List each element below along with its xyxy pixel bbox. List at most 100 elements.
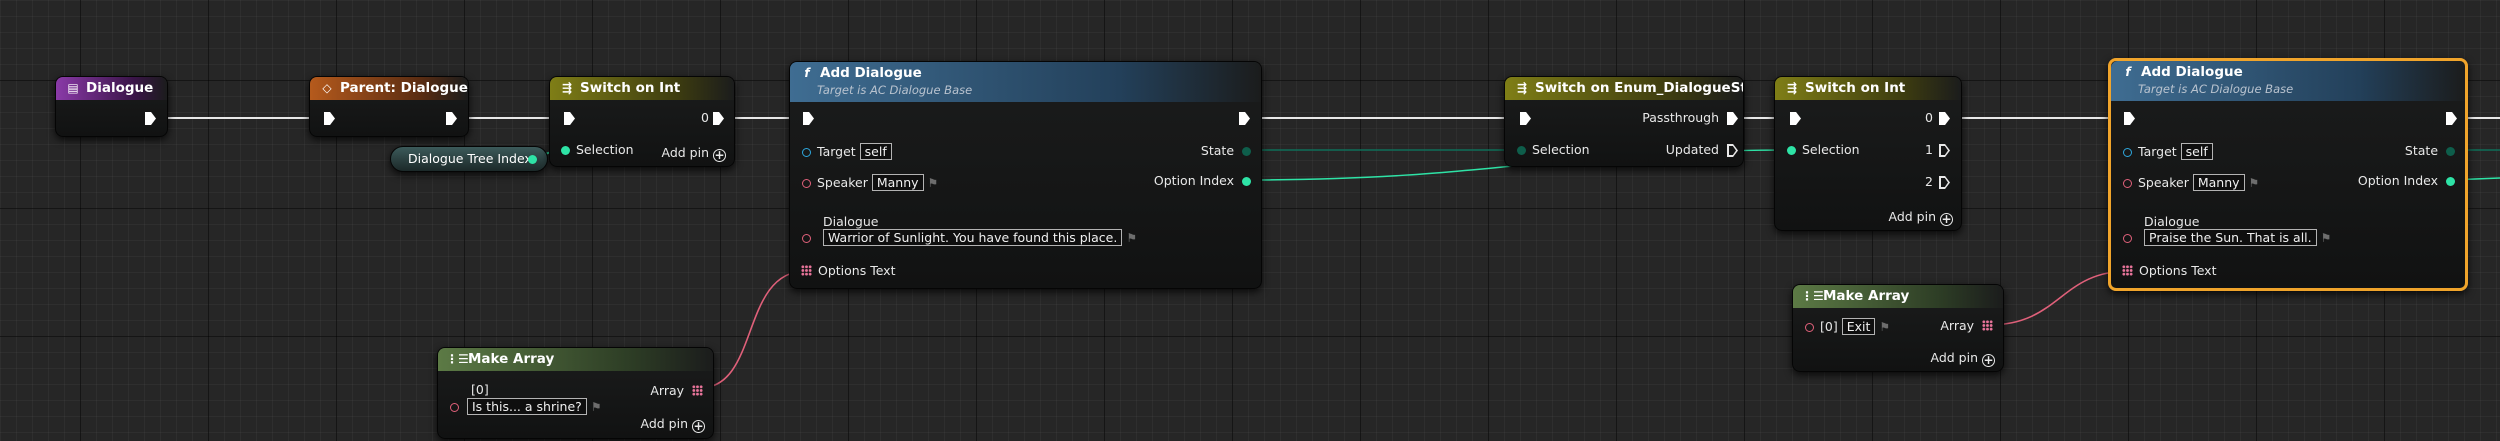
node-subtitle: Target is AC Dialogue Base: [817, 83, 973, 97]
object-in-pin[interactable]: [2123, 148, 2132, 157]
text-in-pin[interactable]: [2123, 234, 2132, 243]
add-pin-label: Add pin: [640, 416, 688, 431]
pin-label: Dialogue: [823, 214, 879, 229]
array-in-pin[interactable]: [2122, 265, 2133, 276]
selection-pin[interactable]: Selection: [561, 142, 634, 158]
make-array-node[interactable]: ⋮☰Make Array [0] Is this... a shrine? ⚑ A…: [437, 347, 714, 439]
int-out-pin[interactable]: [1242, 177, 1251, 186]
int-in-pin[interactable]: [1787, 146, 1796, 155]
node-title: Make Array: [1823, 288, 1910, 304]
name-in-pin[interactable]: [802, 179, 811, 188]
speaker-pin[interactable]: Speaker Manny ⚑: [2123, 174, 2259, 191]
state-pin[interactable]: State: [2405, 143, 2455, 159]
add-pin-button[interactable]: Add pin +: [661, 145, 726, 162]
int-out-pin[interactable]: [2446, 177, 2455, 186]
selection-pin[interactable]: Selection: [1787, 142, 1860, 158]
localize-flag-icon[interactable]: ⚑: [1879, 319, 1890, 335]
target-pin[interactable]: Target self: [2123, 143, 2213, 160]
case-0-exec-pin[interactable]: [1939, 112, 1950, 125]
exec-in-pin[interactable]: [564, 112, 575, 125]
target-pin[interactable]: Target self: [802, 143, 892, 160]
passthrough-exec-pin[interactable]: [1727, 112, 1738, 125]
node-subtitle: Target is AC Dialogue Base: [2138, 82, 2294, 96]
switch-icon: ⇶: [561, 81, 573, 95]
dialogue-field[interactable]: Warrior of Sunlight. You have found this…: [823, 229, 1123, 246]
add-pin-button[interactable]: Add pin +: [640, 416, 705, 433]
enum-in-pin[interactable]: [1517, 146, 1526, 155]
int-out-pin[interactable]: [528, 155, 537, 164]
dialogue-event-node[interactable]: ▤ Dialogue: [55, 76, 168, 137]
index-0-label: [0]: [471, 382, 489, 398]
switch-on-int-node-2[interactable]: ⇶ Switch on Int Selection 0 1 2 Add pin +: [1774, 76, 1962, 231]
pin-label: [0]: [471, 382, 489, 397]
option-index-pin[interactable]: Option Index: [1154, 173, 1251, 189]
array-grid-icon[interactable]: [1982, 320, 1993, 331]
plus-icon: +: [692, 419, 705, 433]
array-out-pin[interactable]: Array: [1940, 318, 1993, 334]
enum-out-pin[interactable]: [2446, 147, 2455, 156]
node-header: ⇶ Switch on Enum_DialogueState: [1505, 77, 1743, 100]
text-in-pin[interactable]: [1805, 323, 1814, 332]
updated-pin[interactable]: Updated: [1666, 142, 1719, 158]
localize-flag-icon[interactable]: ⚑: [928, 175, 939, 191]
exec-in-pin[interactable]: [1790, 112, 1801, 125]
speaker-field[interactable]: Manny: [871, 174, 924, 191]
object-in-pin[interactable]: [802, 148, 811, 157]
selection-pin[interactable]: Selection: [1517, 142, 1590, 158]
localize-flag-icon[interactable]: ⚑: [2249, 175, 2260, 191]
pin-label: Passthrough: [1642, 110, 1719, 125]
plus-icon: +: [1940, 212, 1953, 226]
parent-dialogue-node[interactable]: ◇ Parent: Dialogue: [309, 76, 469, 137]
exec-out-pin[interactable]: [446, 112, 457, 125]
make-array-node-2[interactable]: ⋮☰Make Array [0] Exit ⚑ Array Add pin +: [1792, 284, 2004, 372]
speaker-pin[interactable]: Speaker Manny ⚑: [802, 174, 938, 191]
options-text-pin[interactable]: Options Text: [2122, 263, 2216, 279]
target-field[interactable]: self: [859, 143, 892, 160]
node-title: Switch on Int: [1805, 80, 1906, 96]
options-text-pin[interactable]: Options Text: [801, 263, 895, 279]
exec-out-pin[interactable]: [2446, 112, 2457, 125]
exec-in-pin[interactable]: [803, 112, 814, 125]
exec-out-pin[interactable]: [145, 112, 156, 125]
exec-in-pin[interactable]: [2124, 112, 2135, 125]
state-pin[interactable]: State: [1201, 143, 1251, 159]
add-dialogue-node[interactable]: f Add Dialogue Target is AC Dialogue Base…: [789, 61, 1262, 289]
element-0-pin[interactable]: [0] Exit ⚑: [1805, 318, 1890, 335]
text-in-pin[interactable]: [802, 234, 811, 243]
array-grid-icon[interactable]: [692, 385, 703, 396]
exec-in-pin[interactable]: [1520, 112, 1531, 125]
add-dialogue-node-2[interactable]: f Add Dialogue Target is AC Dialogue Base…: [2108, 58, 2468, 291]
dialogue-pin[interactable]: Warrior of Sunlight. You have found this…: [802, 229, 1137, 246]
function-icon: f: [2125, 65, 2131, 79]
option-index-pin[interactable]: Option Index: [2358, 173, 2455, 189]
pin-label: State: [2404, 143, 2439, 158]
target-field[interactable]: self: [2180, 143, 2213, 160]
array-in-pin[interactable]: [801, 265, 812, 276]
array-out-pin[interactable]: Array: [650, 383, 703, 399]
switch-on-enum-node[interactable]: ⇶ Switch on Enum_DialogueState Passthroug…: [1504, 76, 1744, 167]
add-pin-button[interactable]: Add pin +: [1888, 209, 1953, 226]
localize-flag-icon[interactable]: ⚑: [1126, 230, 1137, 246]
int-in-pin[interactable]: [561, 146, 570, 155]
updated-exec-pin[interactable]: [1727, 144, 1738, 157]
exec-in-pin[interactable]: [324, 112, 335, 125]
element-0-pin[interactable]: Is this... a shrine? ⚑: [450, 398, 602, 415]
case-2-exec-pin[interactable]: [1939, 176, 1950, 189]
enum-out-pin[interactable]: [1242, 147, 1251, 156]
element-0-field[interactable]: Exit: [1841, 318, 1876, 335]
dialogue-field[interactable]: Praise the Sun. That is all.: [2144, 229, 2317, 246]
name-in-pin[interactable]: [2123, 179, 2132, 188]
text-in-pin[interactable]: [450, 403, 459, 412]
speaker-field[interactable]: Manny: [2192, 174, 2245, 191]
localize-flag-icon[interactable]: ⚑: [591, 399, 602, 415]
passthrough-pin[interactable]: Passthrough: [1642, 110, 1719, 126]
dialogue-pin[interactable]: Praise the Sun. That is all. ⚑: [2123, 229, 2331, 246]
case-1-exec-pin[interactable]: [1939, 144, 1950, 157]
element-0-field[interactable]: Is this... a shrine?: [467, 398, 587, 415]
dialogue-tree-index-variable[interactable]: Dialogue Tree Index: [390, 146, 548, 172]
add-pin-button[interactable]: Add pin +: [1930, 350, 1995, 367]
event-icon: ▤: [67, 81, 79, 95]
exec-out-pin[interactable]: [1239, 112, 1250, 125]
switch-on-int-node[interactable]: ⇶ Switch on Int 0 Selection Add pin +: [549, 76, 735, 167]
localize-flag-icon[interactable]: ⚑: [2321, 230, 2332, 246]
